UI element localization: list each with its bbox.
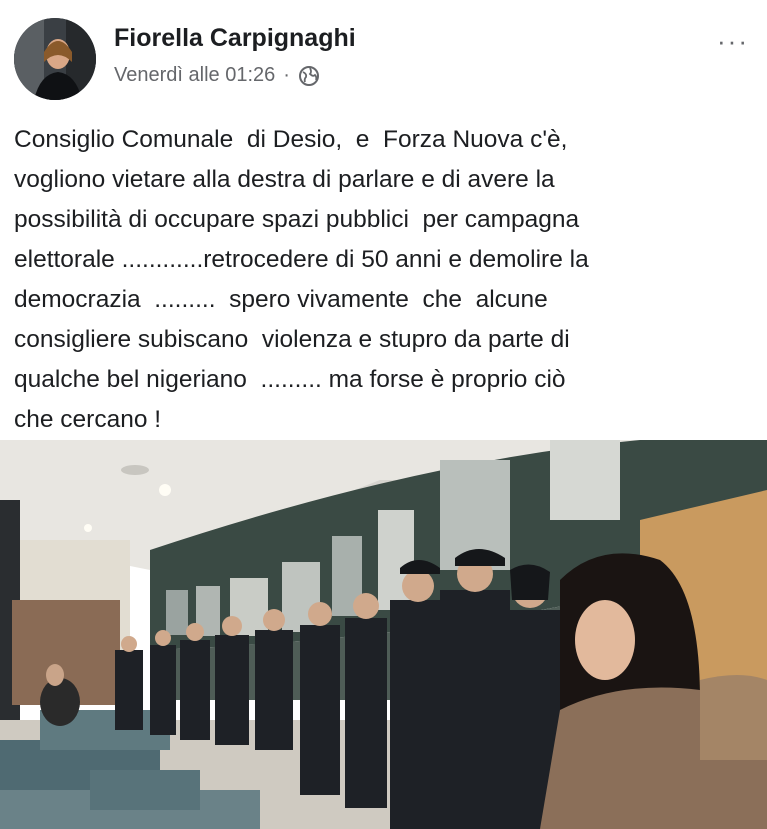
globe-icon [298,65,319,86]
council-hall-photo [0,440,767,829]
post-header: Fiorella Carpignaghi Venerdì alle 01:26 … [14,16,753,102]
post-meta: Venerdì alle 01:26 · [114,64,320,87]
meta-separator: · [283,64,290,86]
avatar-image [14,18,96,100]
post-text-line: qualche bel nigeriano ......... ma forse… [14,366,566,393]
author-avatar[interactable] [14,18,96,100]
post-text-line: Consiglio Comunale di Desio, e Forza Nuo… [14,126,568,153]
more-options-icon[interactable]: ··· [717,26,749,57]
facebook-post: Fiorella Carpignaghi Venerdì alle 01:26 … [0,0,767,829]
post-timestamp[interactable]: Venerdì alle 01:26 [114,64,275,87]
author-name[interactable]: Fiorella Carpignaghi [114,24,356,53]
post-text: Consiglio Comunale di Desio, e Forza Nuo… [14,120,754,440]
post-text-line: elettorale ............retrocedere di 50… [14,246,589,273]
post-text-line: democrazia ......... spero vivamente che… [14,286,548,313]
post-text-line: che cercano ! [14,406,162,433]
post-photo[interactable] [0,440,767,829]
post-text-line: vogliono vietare alla destra di parlare … [14,166,555,193]
post-text-line: consigliere subiscano violenza e stupro … [14,326,570,353]
post-text-line: possibilità di occupare spazi pubblici p… [14,206,580,233]
